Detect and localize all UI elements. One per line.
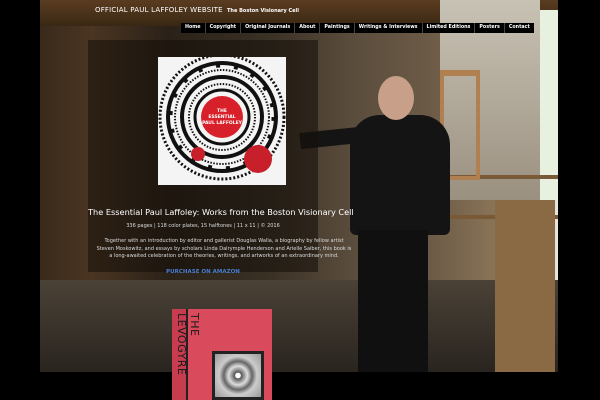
nav-limited-editions[interactable]: Limited Editions: [421, 23, 475, 33]
nav-paintings[interactable]: Paintings: [319, 23, 353, 33]
purchase-link[interactable]: PURCHASE ON AMAZON: [88, 269, 318, 275]
nav-home[interactable]: Home: [181, 23, 205, 33]
book-cover[interactable]: THE ESSENTIAL PAUL LAFFOLEY: [158, 57, 286, 185]
nav-copyright[interactable]: Copyright: [204, 23, 241, 33]
main-nav: Home Copyright Original Journals About P…: [181, 23, 534, 33]
nav-original-journals[interactable]: Original Journals: [240, 23, 294, 33]
book-spine-title: THE LEVOGYRE: [175, 313, 201, 376]
book-meta: 336 pages | 118 color plates, 15 halfton…: [126, 223, 280, 229]
site-tagline: The Boston Visionary Cell: [227, 8, 299, 14]
nav-about[interactable]: About: [294, 23, 319, 33]
svg-text:THE: THE: [217, 108, 227, 114]
second-book-cover[interactable]: THE LEVOGYRE: [172, 309, 272, 400]
site-title[interactable]: OFFICIAL PAUL LAFFOLEY WEBSITE: [95, 6, 223, 14]
nav-contact[interactable]: Contact: [503, 23, 534, 33]
svg-text:ESSENTIAL: ESSENTIAL: [208, 114, 235, 120]
nav-posters[interactable]: Posters: [474, 23, 503, 33]
book-description: Together with an introduction by editor …: [96, 238, 352, 259]
spiral-artwork: [212, 351, 264, 400]
nav-writings[interactable]: Writings & Interviews: [353, 23, 422, 33]
book-title: The Essential Paul Laffoley: Works from …: [88, 207, 354, 217]
svg-text:PAUL LAFFOLEY: PAUL LAFFOLEY: [202, 120, 243, 126]
